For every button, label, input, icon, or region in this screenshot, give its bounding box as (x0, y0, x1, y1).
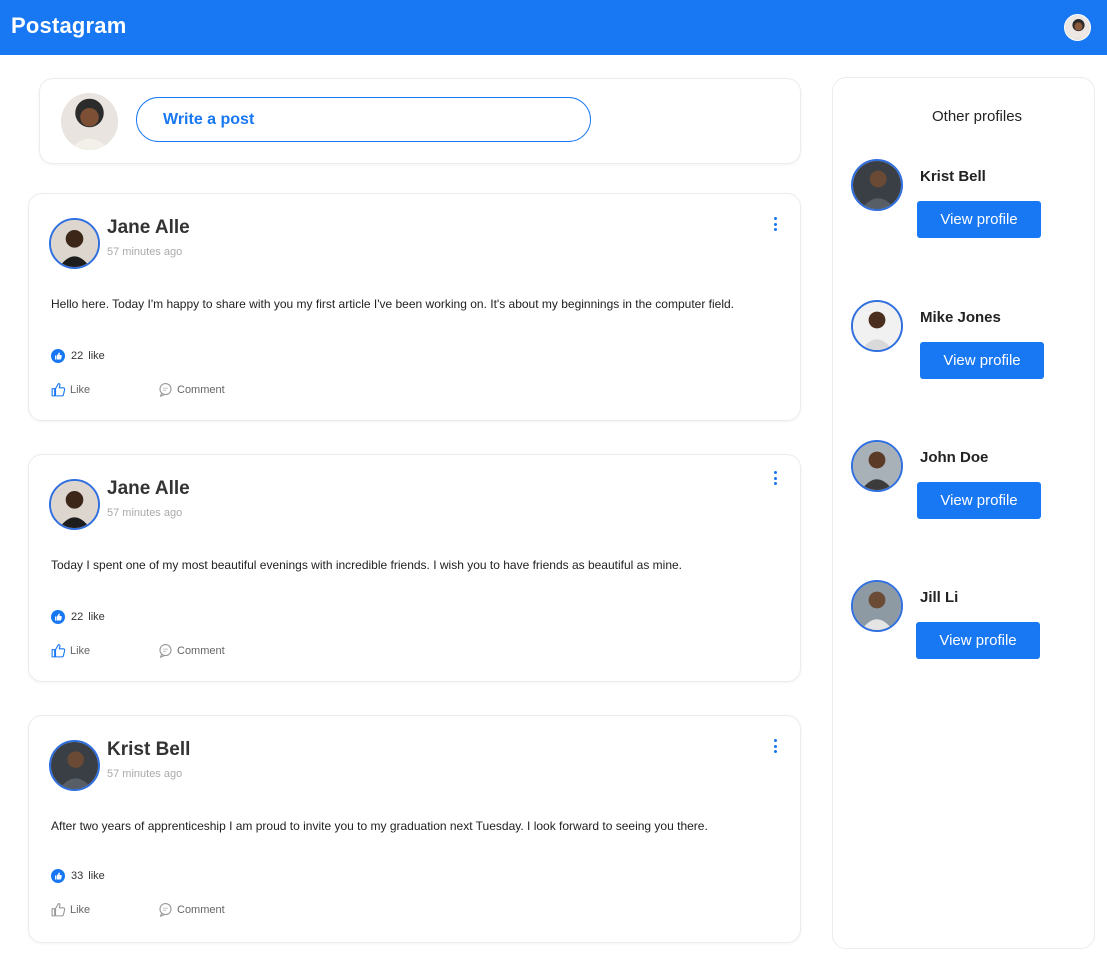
thumbs-up-icon (51, 382, 66, 397)
post-actions: Like Comment (50, 642, 225, 659)
comment-button[interactable]: Comment (157, 901, 225, 918)
post-author-avatar[interactable] (49, 479, 100, 530)
post-composer: Write a post (39, 78, 801, 164)
profile-avatar[interactable] (851, 580, 903, 632)
like-count: 22 like (51, 349, 105, 363)
post-body: Hello here. Today I'm happy to share wit… (51, 297, 734, 311)
like-count-suffix: like (88, 611, 105, 623)
top-navbar: Postagram (0, 0, 1107, 55)
view-profile-button[interactable]: View profile (920, 342, 1044, 379)
profile-avatar[interactable] (851, 440, 903, 492)
like-count-number: 22 (71, 611, 84, 623)
avatar-person-icon (853, 442, 901, 490)
profile-item: Mike Jones View profile (833, 300, 1096, 400)
post-card: Jane Alle 57 minutes ago Hello here. Tod… (28, 193, 801, 421)
profile-avatar[interactable] (851, 300, 903, 352)
other-profiles-sidebar: Other profiles Krist Bell View profile M… (832, 77, 1095, 949)
view-profile-button[interactable]: View profile (916, 622, 1040, 659)
avatar-person-icon (61, 93, 118, 150)
profile-name: Mike Jones (920, 309, 1001, 326)
sidebar-title: Other profiles (932, 108, 1023, 125)
post-author-avatar[interactable] (49, 740, 100, 791)
post-timestamp: 57 minutes ago (107, 507, 183, 519)
thumbs-up-badge-icon (51, 349, 65, 363)
view-profile-button[interactable]: View profile (917, 201, 1041, 238)
profile-name: Jill Li (920, 589, 959, 606)
composer-avatar (61, 93, 118, 150)
post-actions: Like Comment (50, 381, 225, 398)
post-body: After two years of apprenticeship I am p… (51, 819, 708, 833)
post-card: Krist Bell 57 minutes ago After two year… (28, 715, 801, 943)
comment-icon (159, 382, 172, 397)
like-count-number: 22 (71, 350, 84, 362)
profile-item: Jill Li View profile (833, 580, 1096, 680)
avatar-person-icon (853, 161, 901, 209)
like-button-label: Like (70, 644, 91, 657)
like-count: 22 like (51, 610, 105, 624)
view-profile-button[interactable]: View profile (917, 482, 1041, 519)
like-count-suffix: like (88, 350, 105, 362)
comment-button-label: Comment (177, 383, 225, 396)
like-button-label: Like (70, 903, 91, 916)
more-options-icon[interactable] (766, 736, 784, 756)
more-options-icon[interactable] (766, 214, 784, 234)
comment-button[interactable]: Comment (157, 642, 225, 659)
profile-avatar[interactable] (851, 159, 903, 211)
like-count: 33 like (51, 869, 105, 883)
comment-icon (159, 643, 172, 658)
like-count-number: 33 (71, 870, 84, 882)
profile-item: Krist Bell View profile (833, 159, 1096, 259)
avatar-person-icon (51, 220, 98, 267)
user-avatar[interactable] (1064, 14, 1091, 41)
post-actions: Like Comment (50, 901, 225, 918)
comment-icon (159, 902, 172, 917)
write-post-button[interactable]: Write a post (136, 97, 591, 142)
thumbs-up-badge-icon (51, 610, 65, 624)
post-author-name[interactable]: Krist Bell (107, 739, 190, 761)
like-button[interactable]: Like (50, 901, 157, 918)
post-card: Jane Alle 57 minutes ago Today I spent o… (28, 454, 801, 682)
post-timestamp: 57 minutes ago (107, 768, 183, 780)
avatar-person-icon (853, 302, 901, 350)
post-author-name[interactable]: Jane Alle (107, 217, 190, 239)
app-logo-text[interactable]: Postagram (11, 13, 127, 39)
like-count-suffix: like (88, 870, 105, 882)
comment-button-label: Comment (177, 903, 225, 916)
profile-item: John Doe View profile (833, 440, 1096, 540)
post-body: Today I spent one of my most beautiful e… (51, 558, 683, 572)
like-button[interactable]: Like (50, 381, 157, 398)
thumbs-up-icon (51, 902, 66, 917)
post-timestamp: 57 minutes ago (107, 246, 183, 258)
thumbs-up-badge-icon (51, 869, 65, 883)
profile-name: John Doe (920, 449, 989, 466)
like-button-label: Like (70, 383, 91, 396)
post-author-avatar[interactable] (49, 218, 100, 269)
comment-button-label: Comment (177, 644, 225, 657)
profile-name: Krist Bell (920, 168, 986, 185)
post-author-name[interactable]: Jane Alle (107, 478, 190, 500)
avatar-person-icon (1065, 15, 1090, 40)
more-options-icon[interactable] (766, 468, 784, 488)
thumbs-up-icon (51, 643, 66, 658)
like-button[interactable]: Like (50, 642, 157, 659)
avatar-person-icon (51, 481, 98, 528)
avatar-person-icon (51, 742, 98, 789)
avatar-person-icon (853, 582, 901, 630)
comment-button[interactable]: Comment (157, 381, 225, 398)
